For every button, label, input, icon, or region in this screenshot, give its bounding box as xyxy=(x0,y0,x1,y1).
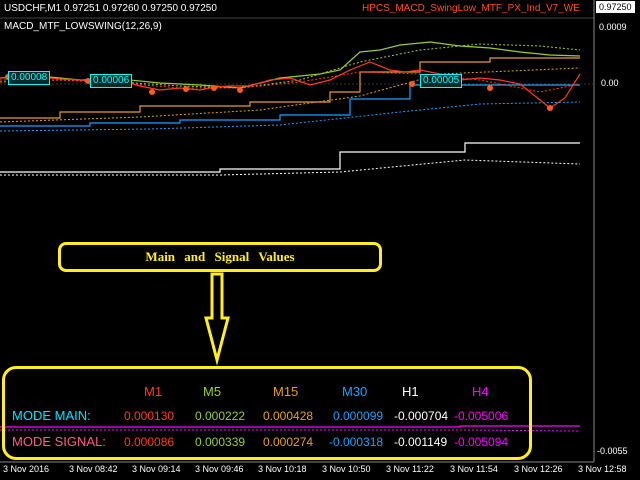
symbol-ohlc: USDCHF,M1 0.97251 0.97260 0.97250 0.9725… xyxy=(4,3,217,14)
swing-marker xyxy=(409,81,415,87)
signal-value-h4: -0.005094 xyxy=(454,435,509,449)
current-price-tag: 0.97250 xyxy=(596,1,635,13)
m30-signal-line xyxy=(0,101,581,132)
swing-marker xyxy=(547,105,553,111)
signal-value-m5: 0.000339 xyxy=(195,435,246,449)
swing-marker xyxy=(487,85,493,91)
tf-label-h1: H1 xyxy=(402,384,419,399)
h1-main-line xyxy=(0,142,580,173)
m15-signal-line xyxy=(0,67,581,123)
value-box-m5: 0.00006 xyxy=(90,74,133,88)
main-value-m1: 0.000130 xyxy=(124,409,175,423)
swing-marker xyxy=(211,85,217,91)
main-value-h1: -0.000704 xyxy=(394,409,449,423)
callout-text: Main and Signal Values xyxy=(145,249,295,264)
time-label: 3 Nov 10:18 xyxy=(258,464,307,474)
price-label-zero: 0.00 xyxy=(601,78,619,88)
time-label: 3 Nov 2016 xyxy=(3,464,50,474)
time-label: 3 Nov 09:14 xyxy=(132,464,181,474)
time-label: 3 Nov 09:46 xyxy=(195,464,244,474)
time-label: 3 Nov 08:42 xyxy=(69,464,118,474)
tf-label-m5: M5 xyxy=(203,384,222,399)
value-box-m1: 0.00008 xyxy=(8,71,51,85)
callout-arrow xyxy=(204,272,230,366)
signal-value-h1: -0.001149 xyxy=(394,435,448,449)
indicator-label: MACD_MTF_LOWSWING(12,26,9) xyxy=(4,21,162,32)
tf-label-m30: M30 xyxy=(342,384,368,399)
swing-marker xyxy=(237,87,243,93)
row-label-signal: MODE SIGNAL: xyxy=(12,434,106,449)
time-label: 3 Nov 11:22 xyxy=(386,464,434,474)
main-value-m5: 0.000222 xyxy=(195,409,246,423)
callout-box: Main and Signal Values xyxy=(58,242,382,272)
main-value-h4: -0.005006 xyxy=(454,409,509,423)
swing-marker xyxy=(149,89,155,95)
time-label: 3 Nov 12:58 xyxy=(578,464,627,474)
price-label-bottom: -0.0055 xyxy=(597,446,628,456)
row-label-main: MODE MAIN: xyxy=(12,408,91,423)
signal-value-m1: 0.000086 xyxy=(124,435,175,449)
tf-label-m15: M15 xyxy=(273,384,299,399)
swing-marker xyxy=(183,86,189,92)
h1-signal-line xyxy=(0,159,581,176)
tf-label-h4: H4 xyxy=(472,384,489,399)
indicator-title: HPCS_MACD_SwingLow_MTF_PX_Ind_V7_WE xyxy=(362,3,580,14)
time-label: 3 Nov 10:50 xyxy=(322,464,371,474)
chart-window[interactable]: USDCHF,M1 0.97251 0.97260 0.97250 0.9725… xyxy=(0,0,640,480)
time-label: 3 Nov 12:26 xyxy=(514,464,563,474)
main-value-m15: 0.000428 xyxy=(263,409,314,423)
value-box-m30: 0.00005 xyxy=(420,74,463,88)
price-label-top: 0.0009 xyxy=(599,22,627,32)
main-value-m30: 0.000099 xyxy=(333,409,384,423)
time-label: 3 Nov 11:54 xyxy=(450,464,498,474)
signal-value-m15: 0.000274 xyxy=(263,435,314,449)
m30-main-line xyxy=(0,84,580,127)
tf-label-m1: M1 xyxy=(144,384,163,399)
signal-value-m30: -0.000318 xyxy=(329,435,384,449)
